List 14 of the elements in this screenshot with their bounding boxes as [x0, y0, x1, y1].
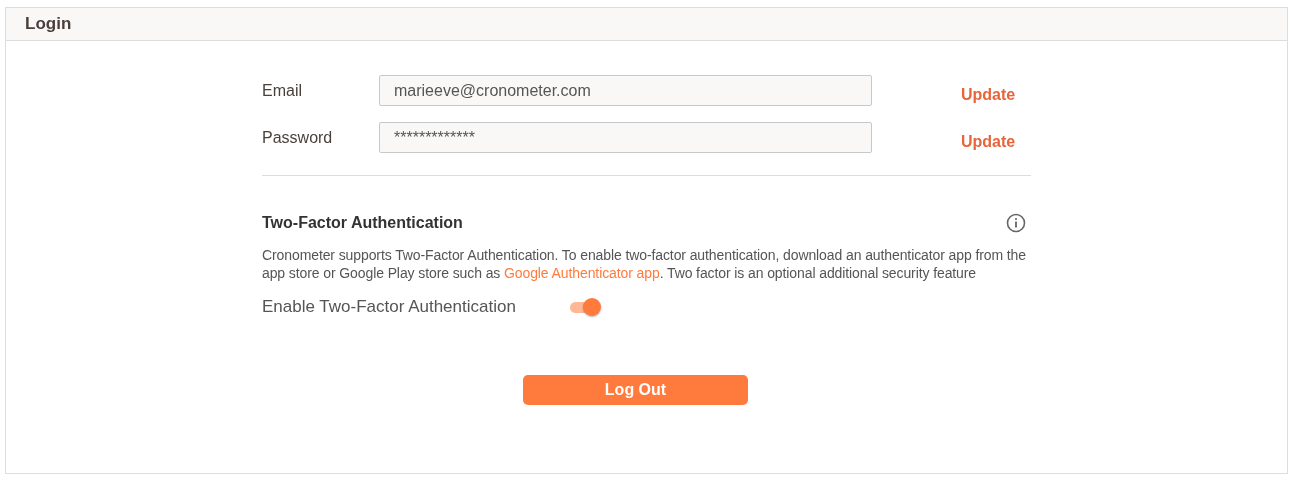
- field-label: Password: [262, 128, 334, 147]
- update-link[interactable]: Update: [961, 85, 1016, 104]
- section-heading: Two-Factor Authentication: [262, 214, 463, 232]
- description-text: Cronometer supports Two-Factor Authentication. To enable two-factor authentication, download an authenticator app from the app store or Google Play store such as Google Authenticator app. Two factor is an optional additional security feature: [262, 246, 1027, 282]
- input-field[interactable]: marieeve@cronometer.com: [379, 75, 872, 106]
- logout-button[interactable]: Log Out: [523, 375, 748, 405]
- input-field[interactable]: *************: [379, 122, 872, 153]
- authenticator-link[interactable]: Google Authenticator app: [504, 265, 660, 281]
- field-label: Email: [262, 81, 303, 100]
- panel-title: Login: [6, 8, 1287, 41]
- info-icon[interactable]: [1006, 213, 1026, 233]
- toggle-switch[interactable]: [569, 298, 601, 316]
- update-link[interactable]: Update: [961, 132, 1016, 151]
- toggle-label: Enable Two-Factor Authentication: [262, 297, 517, 317]
